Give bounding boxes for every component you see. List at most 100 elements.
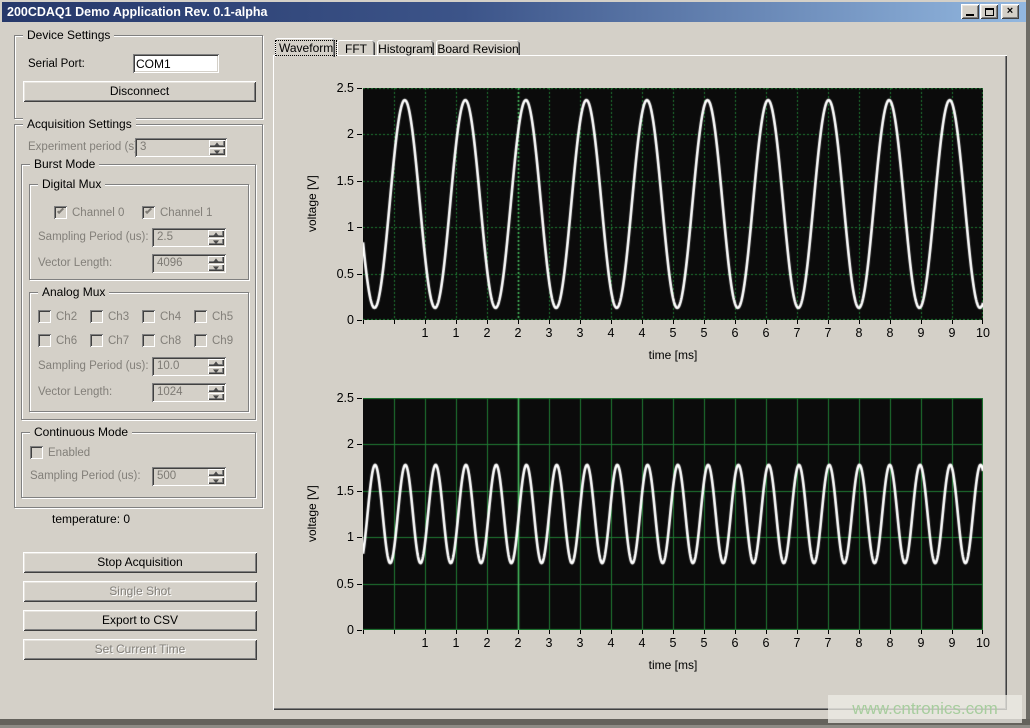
analog-vector-length-spinner: 1024 [152,383,226,402]
ch5-checkbox [194,310,207,323]
spin-down-button [208,238,224,245]
minimize-button[interactable] [961,4,979,19]
maximize-icon [985,8,994,16]
maximize-button[interactable] [980,4,998,19]
ch8-checkbox [142,334,155,347]
x-tick-label: 4 [639,326,646,340]
y-tick-label: 1.5 [322,174,354,188]
spin-up-button [209,140,225,147]
x-tick-label: 3 [546,326,553,340]
x-tick-mark [797,320,798,324]
x-tick-mark [704,320,705,324]
x-tick-label: 1 [422,326,429,340]
disconnect-button[interactable]: Disconnect [23,81,256,102]
digital-mux-title: Digital Mux [38,177,105,191]
tab-waveform[interactable]: Waveform [275,38,335,57]
x-tick-mark [982,630,983,634]
y-axis-ticks: 00.511.522.5 [321,398,363,630]
x-tick-mark [363,630,364,634]
y-tick-mark [357,274,362,275]
digital-vector-length-spinner: 4096 [152,254,226,273]
y-tick-label: 2 [322,437,354,451]
x-tick-label: 9 [949,326,956,340]
x-tick-mark [766,320,767,324]
waveform-chart-bottom: voltage [V] 00.511.522.5 112233445566778… [363,398,983,630]
x-tick-mark [394,320,395,324]
x-axis-ticks: 11223344556677889910 [363,320,983,342]
x-tick-mark [425,320,426,324]
burst-mode-title: Burst Mode [30,157,99,171]
y-tick-mark [357,320,362,321]
y-tick-label: 2.5 [322,81,354,95]
x-tick-mark [890,320,891,324]
x-tick-mark [518,320,519,324]
x-tick-mark [952,630,953,634]
analog-sampling-period-spinner: 10.0 [152,357,226,376]
x-tick-mark [425,630,426,634]
serial-port-input[interactable] [133,54,219,73]
x-tick-mark [518,630,519,634]
x-tick-label: 6 [763,636,770,650]
spin-down-button [208,367,224,374]
tab-histogram-label: Histogram [378,40,433,56]
export-to-csv-button[interactable]: Export to CSV [23,610,257,631]
set-current-time-button: Set Current Time [23,639,257,660]
y-tick-label: 1 [322,530,354,544]
continuous-sampling-period-label: Sampling Period (us): [30,470,141,482]
x-tick-mark [580,630,581,634]
y-tick-label: 1.5 [322,484,354,498]
continuous-sampling-period-spinner: 500 [152,467,226,486]
tab-histogram[interactable]: Histogram [377,40,434,55]
x-tick-label: 2 [484,326,491,340]
digital-vector-length-label: Vector Length: [38,257,112,269]
close-button[interactable]: × [1001,4,1019,19]
app-window: 200CDAQ1 Demo Application Rev. 0.1-alpha… [0,0,1030,728]
title-bar: 200CDAQ1 Demo Application Rev. 0.1-alpha [2,2,1028,22]
ch2-checkbox [38,310,51,323]
spin-down-button [208,264,224,271]
spin-down-button [208,393,224,400]
y-tick-mark [357,134,362,135]
x-tick-mark [735,320,736,324]
y-tick-mark [357,630,362,631]
ch9-label: Ch9 [212,335,233,347]
x-tick-mark [921,320,922,324]
y-axis-label: voltage [V] [305,88,321,320]
y-tick-mark [357,227,362,228]
x-tick-label: 8 [887,636,894,650]
temperature-readout: temperature: 0 [52,512,130,526]
x-tick-label: 2 [515,636,522,650]
stop-acquisition-button[interactable]: Stop Acquisition [23,552,257,573]
analog-vector-length-label: Vector Length: [38,386,112,398]
x-tick-mark [890,630,891,634]
x-tick-label: 2 [515,326,522,340]
ch4-label: Ch4 [160,311,181,323]
spin-up-button [208,256,224,263]
x-tick-label: 7 [825,326,832,340]
ch6-label: Ch6 [56,335,77,347]
x-tick-mark [611,630,612,634]
y-tick-label: 1 [322,220,354,234]
x-tick-mark [549,630,550,634]
watermark: www.cntronics.com [828,695,1022,723]
x-tick-mark [828,630,829,634]
x-tick-label: 9 [918,326,925,340]
x-tick-label: 8 [887,326,894,340]
minimize-icon [966,14,974,16]
x-tick-label: 4 [608,326,615,340]
x-axis-label: time [ms] [363,658,983,672]
waveform-plot-bottom [363,398,983,630]
continuous-mode-group: Continuous Mode [21,432,256,498]
ch5-label: Ch5 [212,311,233,323]
check-icon [145,207,152,214]
x-tick-label: 3 [546,636,553,650]
y-tick-mark [357,88,362,89]
x-tick-label: 5 [670,636,677,650]
x-tick-mark [766,630,767,634]
tab-fft[interactable]: FFT [337,40,375,55]
spin-up-button [208,385,224,392]
waveform-plot-top [363,88,983,320]
x-tick-mark [642,320,643,324]
x-tick-mark [735,630,736,634]
tab-board-revision[interactable]: Board Revision [436,40,520,55]
